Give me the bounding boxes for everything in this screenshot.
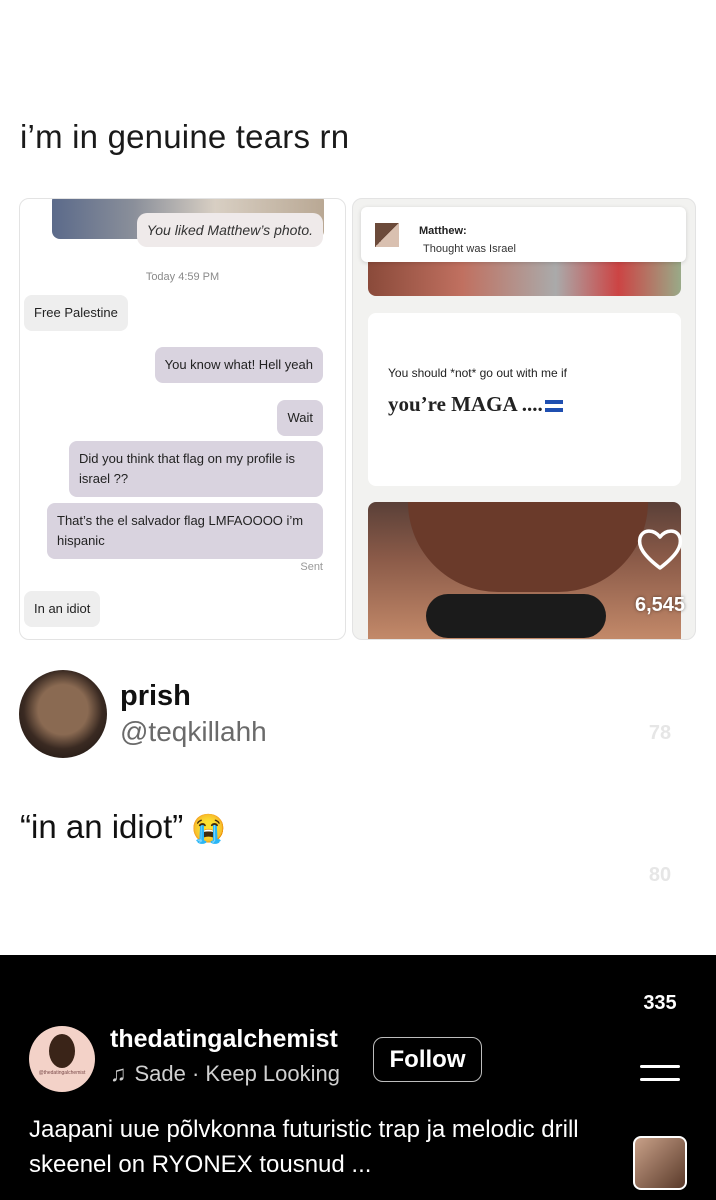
author-name[interactable]: prish (120, 680, 191, 713)
chat-message: Free Palestine (24, 295, 128, 332)
chat-screenshot-image[interactable]: You liked Matthew’s photo. Today 4:59 PM… (19, 198, 346, 640)
creator-avatar[interactable]: @thedatingalchemist (29, 1026, 95, 1092)
chat-message: Did you think that flag on my profile is… (69, 441, 323, 498)
prompt-answer: you’re MAGA .... (388, 392, 563, 417)
prompt-question: You should *not* go out with me if (388, 366, 568, 380)
chat-message: You know what! Hell yeah (154, 347, 323, 384)
creator-avatar-illustration (49, 1034, 75, 1068)
chat-timestamp: Today 4:59 PM (145, 271, 220, 283)
chat-message: That’s the el salvador flag LMFAOOOO i’m… (47, 503, 323, 560)
author-handle[interactable]: @teqkillahh (120, 716, 267, 748)
message-notification: Matthew: Thought was Israel (361, 207, 686, 262)
crying-emoji-icon: 😭 (191, 813, 227, 844)
tweet-text: “in an idiot” 😭 (20, 808, 226, 846)
profile-prompt-card: You should *not* go out with me if you’r… (368, 313, 681, 486)
reel-description[interactable]: Jaapani uue põlvkonna futuristic trap ja… (29, 1112, 589, 1182)
chat-message: In an idiot (24, 591, 101, 628)
repost-icon[interactable] (635, 786, 685, 836)
follow-button[interactable]: Follow (373, 1037, 482, 1082)
like-count: 6,545 (634, 594, 686, 616)
author-avatar[interactable] (19, 670, 107, 758)
repost-count: 80 (648, 864, 672, 886)
sunglasses (426, 594, 606, 638)
post-caption: i’m in genuine tears rn (20, 118, 350, 155)
el-salvador-flag-icon (544, 400, 563, 413)
music-note-icon: ♫ (110, 1061, 127, 1086)
creator-username[interactable]: thedatingalchemist (110, 1025, 338, 1054)
selfie-hair (408, 502, 648, 592)
menu-icon[interactable] (640, 1065, 680, 1087)
prompt-answer-text: you’re MAGA .... (388, 392, 543, 416)
comment-count: 78 (648, 722, 672, 744)
notification-sender: Matthew: (419, 225, 467, 237)
liked-photo-notice: You liked Matthew’s photo. (136, 213, 323, 247)
post-media[interactable]: i’m in genuine tears rn You liked Matthe… (0, 0, 716, 955)
audio-track[interactable]: ♫ Sade · Keep Looking (110, 1061, 340, 1087)
audio-track-label: Sade · Keep Looking (134, 1061, 341, 1086)
tweet-quote: “in an idiot” (20, 808, 184, 845)
share-count: 335 (643, 992, 677, 1014)
audio-thumbnail[interactable] (633, 1136, 687, 1190)
comment-icon[interactable] (635, 657, 685, 707)
notification-thumbnail (375, 223, 399, 247)
notification-message: Thought was Israel (423, 243, 516, 255)
message-status: Sent (300, 561, 323, 573)
chat-message: Wait (277, 400, 323, 437)
heart-icon[interactable] (635, 524, 685, 574)
creator-avatar-label: @thedatingalchemist (38, 1070, 86, 1076)
